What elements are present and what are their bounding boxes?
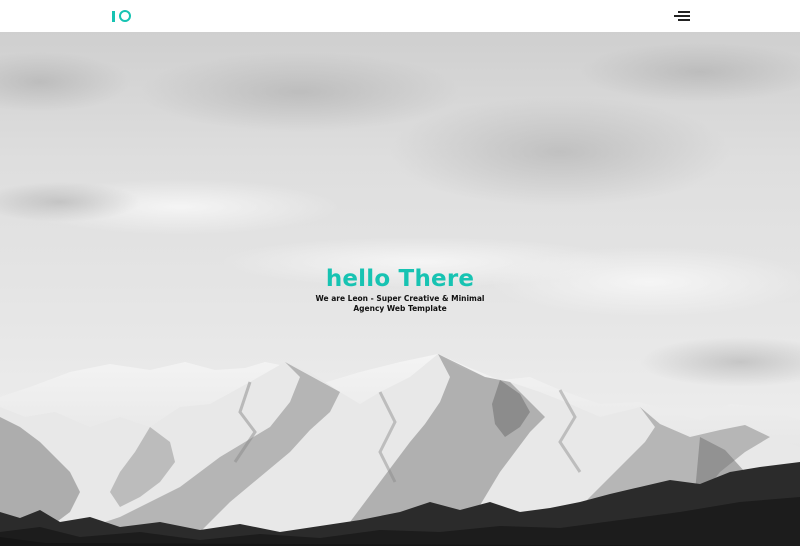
logo-bar-icon	[112, 10, 115, 22]
hero-subtitle: We are Leon - Super Creative & Minimal A…	[315, 294, 485, 313]
logo-ring-icon	[119, 10, 131, 22]
menu-line	[678, 11, 690, 13]
menu-line	[674, 15, 690, 17]
hero-section: hello There We are Leon - Super Creative…	[0, 32, 800, 546]
menu-line	[678, 19, 690, 21]
io-logo-icon[interactable]	[112, 9, 131, 23]
hero-title: hello There	[325, 266, 475, 292]
hamburger-menu-icon[interactable]	[673, 9, 690, 22]
page: hello There We are Leon - Super Creative…	[0, 0, 800, 546]
top-navbar	[0, 0, 800, 32]
hero-text-block: hello There We are Leon - Super Creative…	[0, 265, 800, 314]
